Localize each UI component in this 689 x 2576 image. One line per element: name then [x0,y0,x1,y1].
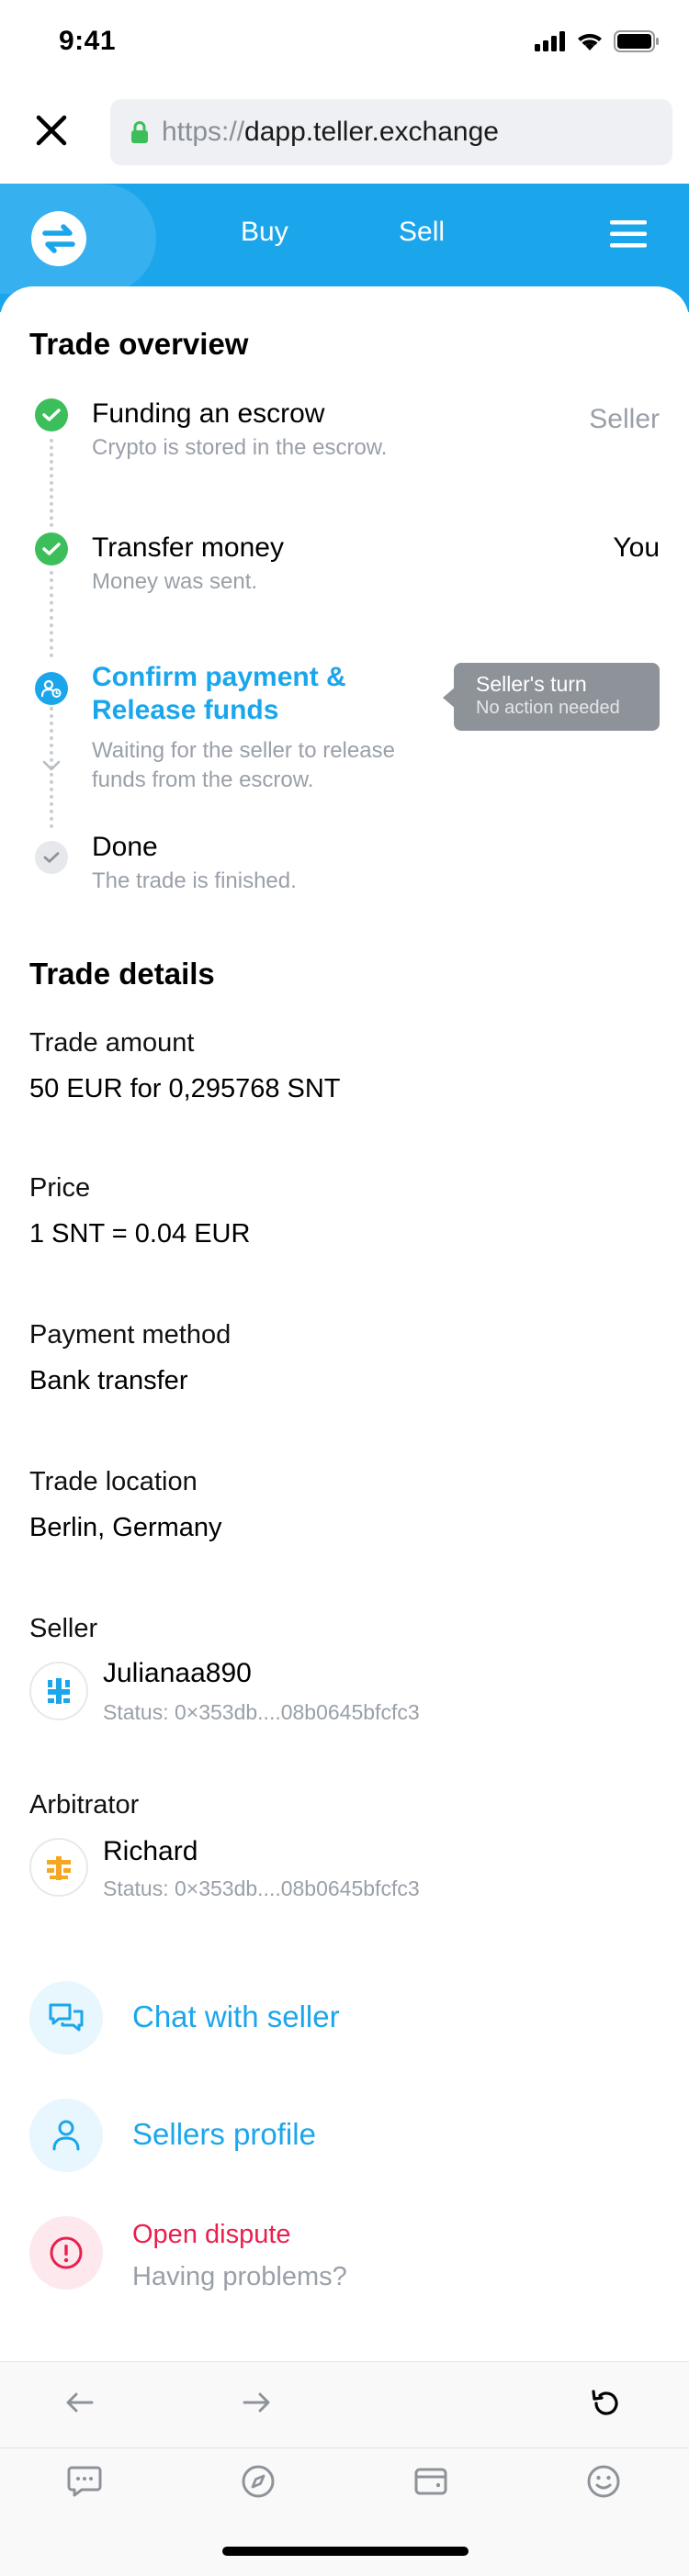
arrow-left-icon[interactable] [66,2392,94,2413]
identicon-icon [47,1856,71,1880]
seller-status: Status: 0×353db....08b0645bfcfc3 [103,1700,420,1724]
tooltip-title: Seller's turn [476,672,587,696]
turn-tooltip: Seller's turn No action needed [454,663,660,731]
step-title-line: Release funds [92,695,279,725]
user-wait-icon [41,679,62,698]
step-subtitle: Crypto is stored in the escrow. [92,435,388,460]
check-icon [42,409,61,421]
swap-logo-icon[interactable] [29,209,88,268]
address-bar[interactable]: https://dapp.teller.exchange [110,99,672,165]
detail-label: Trade amount [29,1028,195,1058]
detail-label: Arbitrator [29,1790,140,1820]
dispute-action-icon[interactable] [29,2216,103,2290]
home-indicator [222,2547,469,2556]
trade-overview-title: Trade overview [29,327,249,361]
close-icon[interactable] [33,112,70,149]
step-active-icon [35,672,68,705]
wifi-icon [578,33,602,50]
toolbar-divider [0,2447,689,2448]
trade-location-value: Berlin, Germany [29,1513,222,1542]
chat-with-seller-link[interactable]: Chat with seller [132,1999,340,2034]
step-pending-icon [35,841,68,874]
reload-icon[interactable] [590,2387,623,2420]
identicon-icon [48,1678,70,1704]
compass-icon[interactable] [241,2464,276,2499]
step-title-active: Confirm payment & Release funds [92,661,346,727]
profile-action-icon[interactable] [29,2099,103,2172]
timeline-connector [50,439,53,527]
step-title: Transfer money [92,532,284,563]
sellers-profile-link[interactable]: Sellers profile [132,2117,316,2152]
arbitrator-status: Status: 0×353db....08b0645bfcfc3 [103,1876,420,1900]
timeline-connector [50,571,53,657]
tooltip-subtitle: No action needed [476,698,620,718]
payment-method-value: Bank transfer [29,1366,188,1395]
signal-icon [535,31,565,51]
smiley-icon[interactable] [586,2464,621,2499]
step-subtitle: The trade is finished. [92,868,297,893]
step-actor: Seller [589,404,660,434]
chat-icon [49,2003,84,2032]
lock-icon [131,121,148,143]
detail-label: Seller [29,1614,98,1643]
avatar[interactable] [29,1662,88,1720]
check-icon [43,852,60,863]
detail-label: Trade location [29,1467,198,1496]
url-host: dapp.teller.exchange [244,117,499,147]
battery-icon [614,30,659,52]
avatar[interactable] [29,1838,88,1897]
hamburger-icon[interactable] [610,218,647,250]
arrow-right-icon[interactable] [243,2392,270,2413]
step-title: Done [92,832,158,862]
wallet-icon[interactable] [413,2466,448,2497]
step-actor: You [613,532,660,563]
detail-label: Payment method [29,1320,232,1350]
step-done-icon [35,532,68,566]
url-scheme: https:// [162,117,245,147]
arbitrator-name[interactable]: Richard [103,1836,198,1867]
status-time: 9:41 [59,26,117,56]
chat-tab-icon[interactable] [66,2464,103,2499]
step-subtitle-line: Waiting for the seller to release [92,738,395,763]
check-icon [42,543,61,555]
step-subtitle-line: funds from the escrow. [92,767,314,792]
nav-sell[interactable]: Sell [399,217,445,248]
trade-amount-value: 50 EUR for 0,295768 SNT [29,1074,341,1103]
step-subtitle: Money was sent. [92,569,258,594]
chevron-down-icon[interactable] [42,760,61,771]
step-title-line: Confirm payment & [92,662,346,692]
nav-buy[interactable]: Buy [241,217,288,248]
step-subtitle: Waiting for the seller to release funds … [92,736,395,795]
status-icons [535,28,660,55]
step-done-icon [35,398,68,431]
step-title: Funding an escrow [92,398,325,429]
chat-action-icon[interactable] [29,1981,103,2055]
open-dispute-link[interactable]: Open dispute [132,2220,291,2250]
info-icon [50,2236,83,2269]
price-value: 1 SNT = 0.04 EUR [29,1219,251,1249]
url-text: https://dapp.teller.exchange [162,117,499,148]
detail-label: Price [29,1173,91,1203]
seller-name[interactable]: Julianaa890 [103,1658,252,1689]
dispute-subtitle: Having problems? [132,2262,347,2291]
trade-details-title: Trade details [29,957,215,991]
user-icon [52,2120,80,2151]
